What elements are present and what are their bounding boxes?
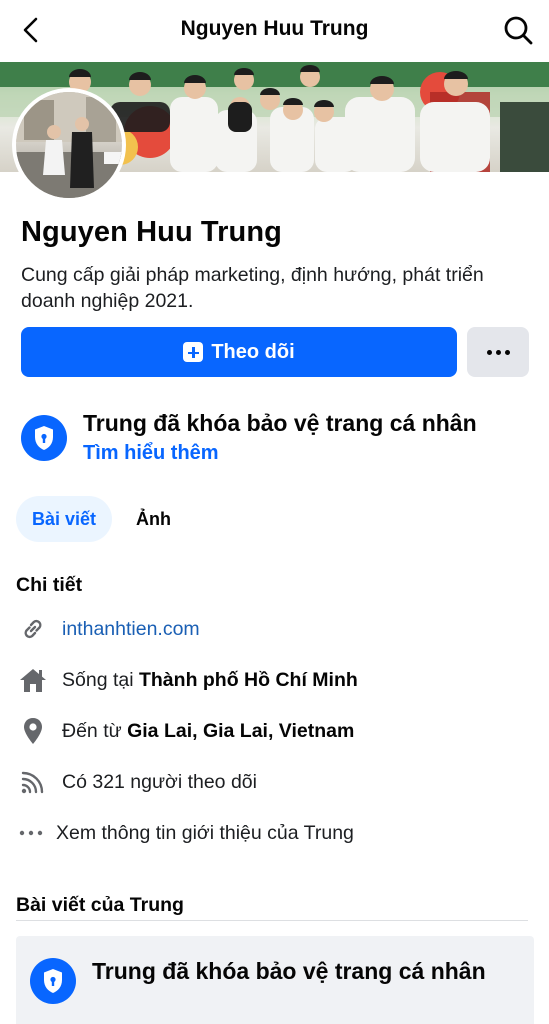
more-dots-icon — [486, 349, 492, 355]
website-link[interactable]: inthanhtien.com — [62, 618, 200, 641]
detail-lives-in: Sống tại Thành phố Hồ Chí Minh — [16, 662, 536, 698]
page-title: Nguyen Huu Trung — [180, 17, 369, 40]
locked-profile-title: Trung đã khóa bảo vệ trang cá nhân — [83, 410, 477, 436]
rss-icon — [16, 765, 50, 799]
link-icon — [16, 612, 50, 646]
profile-tabs: Bài viết Ảnh — [16, 496, 187, 542]
profile-name: Nguyen Huu Trung — [21, 216, 282, 248]
profile-avatar[interactable] — [12, 88, 126, 202]
follow-plus-icon — [183, 342, 204, 362]
locked-posts-card: Trung đã khóa bảo vệ trang cá nhân — [16, 936, 534, 1024]
search-icon[interactable] — [500, 12, 536, 48]
follow-button-label: Theo dõi — [211, 340, 295, 363]
from-prefix: Đến từ — [62, 719, 128, 742]
from-place: Gia Lai, Gia Lai, Vietnam — [127, 719, 355, 742]
tab-photos[interactable]: Ảnh — [122, 496, 187, 542]
lives-in-place: Thành phố Hồ Chí Minh — [138, 668, 358, 691]
lives-in-prefix: Sống tại — [62, 668, 139, 691]
learn-more-link[interactable]: Tìm hiểu thêm — [83, 442, 219, 465]
follow-button[interactable]: Theo dõi — [21, 327, 457, 377]
detail-website[interactable]: inthanhtien.com — [16, 611, 536, 647]
home-icon — [16, 663, 50, 697]
ellipsis-icon — [16, 816, 46, 850]
location-pin-icon — [16, 714, 50, 748]
details-heading: Chi tiết — [16, 574, 83, 596]
followers-count: Có 321 người theo dõi — [62, 770, 257, 793]
detail-from: Đến từ Gia Lai, Gia Lai, Vietnam — [16, 713, 536, 749]
more-options-button[interactable] — [467, 327, 529, 377]
see-about-link[interactable]: Xem thông tin giới thiệu của Trung — [56, 822, 354, 845]
shield-lock-icon — [30, 958, 76, 1004]
shield-lock-icon — [21, 415, 67, 461]
locked-posts-title: Trung đã khóa bảo vệ trang cá nhân — [92, 958, 486, 984]
detail-followers[interactable]: Có 321 người theo dõi — [16, 764, 536, 800]
locked-profile-notice: Trung đã khóa bảo vệ trang cá nhân Tìm h… — [21, 405, 541, 465]
posts-heading: Bài viết của Trung — [16, 894, 184, 916]
detail-see-about[interactable]: Xem thông tin giới thiệu của Trung — [16, 815, 536, 851]
profile-bio: Cung cấp giải pháp marketing, định hướng… — [21, 264, 484, 312]
section-divider — [16, 920, 528, 921]
tab-posts[interactable]: Bài viết — [16, 496, 113, 542]
top-bar: Nguyen Huu Trung — [0, 0, 549, 62]
